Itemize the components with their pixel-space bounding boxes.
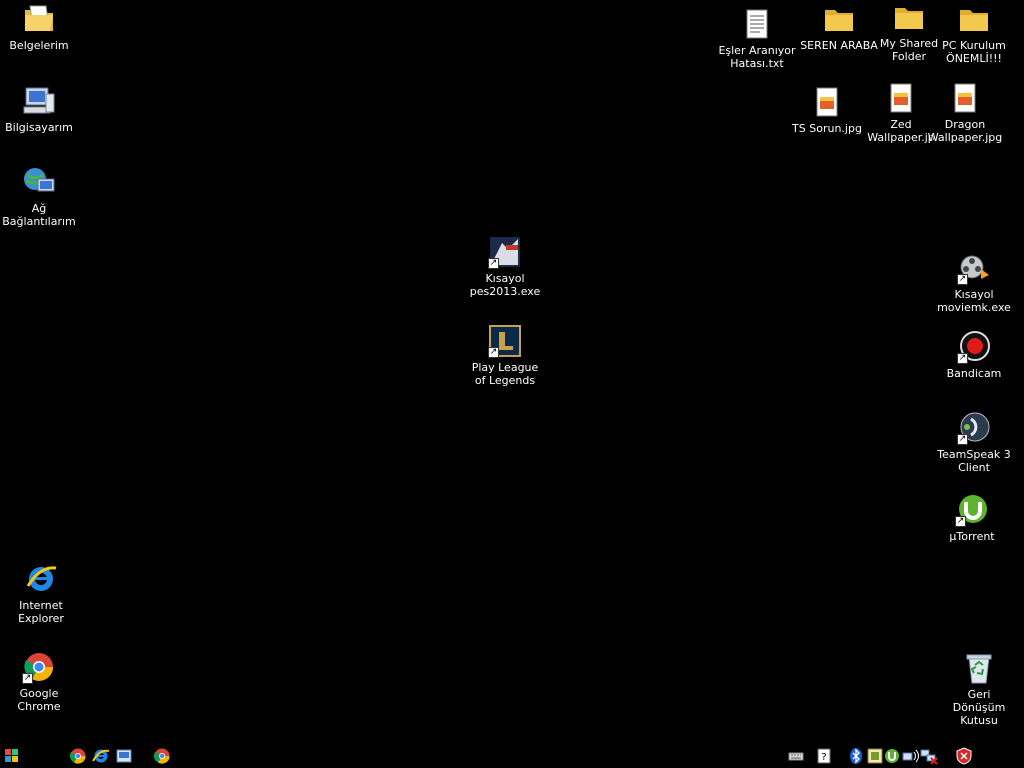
keyboard-icon[interactable] — [787, 747, 805, 765]
desktop-icon-recycle-bin[interactable]: Geri Dönüşüm Kutusu — [940, 651, 1018, 727]
desktop-icon-label: Internet Explorer — [18, 599, 64, 625]
show-desktop-icon[interactable] — [115, 747, 133, 765]
desktop-icon-label: Belgelerim — [9, 39, 69, 52]
pes2013-icon: ↗ — [488, 235, 522, 269]
desktop-icon-label: µTorrent — [949, 530, 995, 543]
desktop-icon-ts-sorun-jpg[interactable]: TS Sorun.jpg — [788, 85, 866, 135]
desktop-icon-label: Google Chrome — [17, 687, 61, 713]
desktop-icon-label: Eşler Aranıyor Hatası.txt — [718, 44, 796, 70]
desktop-icon-label: Bandicam — [946, 367, 1002, 380]
desktop-icon-bilgisayarim[interactable]: Bilgisayarım — [0, 84, 78, 134]
windows-start-icon[interactable] — [3, 747, 21, 765]
google-chrome-icon: ↗ — [22, 650, 56, 684]
svg-text:?: ? — [821, 752, 826, 763]
shortcut-arrow-icon: ↗ — [488, 347, 499, 358]
desktop-icon-label: PC Kurulum ÖNEMLİ!!! — [942, 39, 1006, 65]
desktop-icon-label: TeamSpeak 3 Client — [937, 448, 1011, 474]
desktop-icon-label: Play League of Legends — [471, 361, 539, 387]
utorrent-icon: ↗ — [955, 493, 989, 527]
movie-maker-icon: ↗ — [957, 251, 991, 285]
desktop-icon-pc-kurulum[interactable]: PC Kurulum ÖNEMLİ!!! — [935, 2, 1013, 65]
desktop-icon-label: Bilgisayarım — [5, 121, 73, 134]
taskbar: ? — [0, 744, 1024, 768]
desktop-icon-label: Kısayol moviemk.exe — [937, 288, 1011, 314]
internet-explorer-icon — [24, 562, 58, 596]
shortcut-arrow-icon: ↗ — [957, 274, 968, 285]
network-disconnected-icon[interactable] — [920, 747, 938, 765]
desktop-icon-label: Ağ Bağlantılarım — [2, 202, 76, 228]
security-shield-icon[interactable] — [955, 747, 973, 765]
shortcut-arrow-icon: ↗ — [488, 258, 499, 269]
image-file-icon — [948, 81, 982, 115]
folder-icon — [822, 2, 856, 36]
my-computer-icon — [22, 84, 56, 118]
desktop-icon-league-of-legends[interactable]: ↗ Play League of Legends — [466, 324, 544, 387]
desktop-icon-label: Kısayol pes2013.exe — [469, 272, 541, 298]
shortcut-arrow-icon: ↗ — [957, 434, 968, 445]
image-file-icon — [810, 85, 844, 119]
network-icon[interactable] — [902, 747, 920, 765]
desktop-icon-label: SEREN ARABA — [800, 39, 878, 52]
league-of-legends-icon: ↗ — [488, 324, 522, 358]
desktop-icon-internet-explorer[interactable]: Internet Explorer — [2, 562, 80, 625]
desktop-icon-esler-araniyor-txt[interactable]: Eşler Aranıyor Hatası.txt — [718, 7, 796, 70]
image-file-icon — [884, 81, 918, 115]
my-documents-folder-icon — [22, 2, 56, 36]
desktop-icon-label: Geri Dönüşüm Kutusu — [952, 688, 1006, 727]
desktop-icon-utorrent[interactable]: ↗ µTorrent — [933, 493, 1011, 543]
desktop-icon-label: TS Sorun.jpg — [792, 122, 862, 135]
teamspeak-icon: ↗ — [957, 411, 991, 445]
desktop-icon-belgelerim[interactable]: Belgelerim — [0, 2, 78, 52]
recycle-bin-icon — [962, 651, 996, 685]
tray-app-icon[interactable] — [866, 747, 884, 765]
bluetooth-icon[interactable] — [847, 747, 865, 765]
network-connections-icon — [22, 165, 56, 199]
desktop-icon-moviemk[interactable]: ↗ Kısayol moviemk.exe — [935, 251, 1013, 314]
shortcut-arrow-icon: ↗ — [955, 516, 966, 527]
desktop-icon-google-chrome[interactable]: ↗ Google Chrome — [0, 650, 78, 713]
shortcut-arrow-icon: ↗ — [957, 353, 968, 364]
desktop-icon-bandicam[interactable]: ↗ Bandicam — [935, 330, 1013, 380]
desktop[interactable]: Belgelerim Bilgisayarım Ağ Bağlantılarım… — [0, 0, 1024, 744]
desktop-icon-pes2013[interactable]: ↗ Kısayol pes2013.exe — [466, 235, 544, 298]
utorrent-tray-icon[interactable] — [883, 747, 901, 765]
chrome-icon[interactable] — [153, 747, 171, 765]
desktop-icon-ag-baglantilarim[interactable]: Ağ Bağlantılarım — [0, 165, 78, 228]
shared-folder-icon — [892, 0, 926, 34]
desktop-icon-label: Dragon Wallpaper.jpg — [927, 118, 1003, 144]
shortcut-arrow-icon: ↗ — [22, 673, 33, 684]
desktop-icon-dragon-wallpaper[interactable]: Dragon Wallpaper.jpg — [926, 81, 1004, 144]
desktop-icon-teamspeak[interactable]: ↗ TeamSpeak 3 Client — [935, 411, 1013, 474]
chrome-icon[interactable] — [69, 747, 87, 765]
help-icon[interactable]: ? — [815, 747, 833, 765]
bandicam-icon: ↗ — [957, 330, 991, 364]
desktop-icon-seren-araba[interactable]: SEREN ARABA — [800, 2, 878, 52]
folder-icon — [957, 2, 991, 36]
text-file-icon — [740, 7, 774, 41]
internet-explorer-icon[interactable] — [92, 747, 110, 765]
